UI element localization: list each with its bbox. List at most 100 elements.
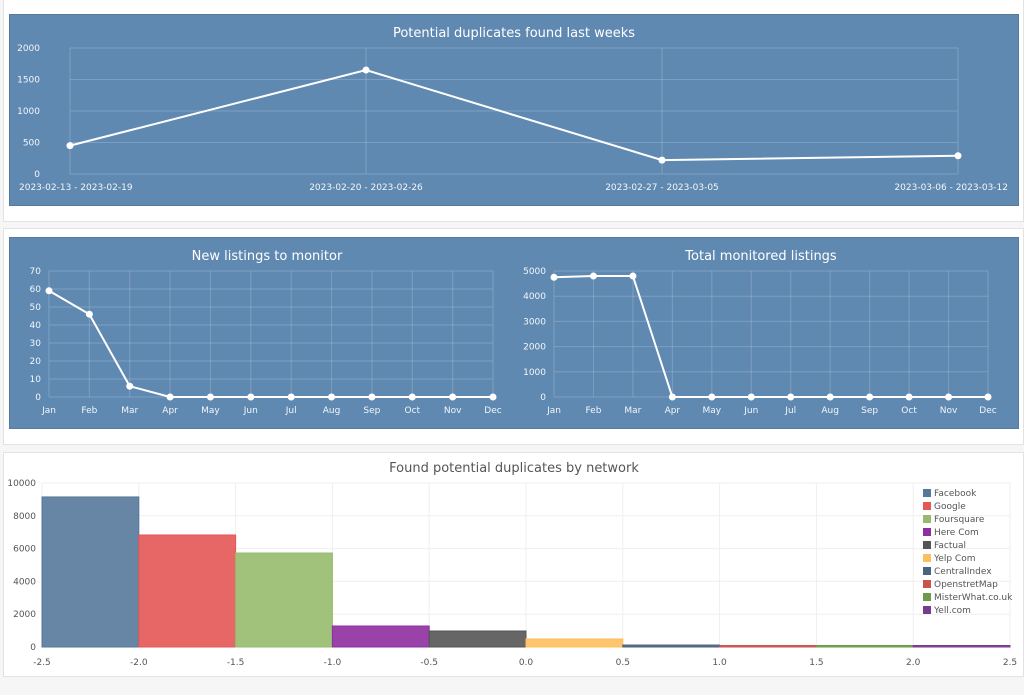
grid: [553, 270, 989, 398]
x-tick-label: Feb: [585, 406, 601, 416]
legend-label: Here Com: [934, 528, 979, 538]
bar-foursquare: [235, 552, 333, 648]
legend-swatch: [923, 554, 931, 562]
y-axis-ticks: 0 500 1000 1500 2000: [17, 44, 40, 180]
y-tick-label: 0: [34, 170, 40, 180]
y-tick-label: 0: [540, 393, 546, 403]
y-tick-label: 3000: [523, 317, 546, 327]
x-tick-label: 2023-02-13 - 2023-02-19: [19, 183, 133, 193]
y-tick-label: 40: [30, 321, 42, 331]
y-tick-label: 30: [30, 339, 42, 349]
x-tick-label: Jul: [285, 406, 297, 416]
x-tick-label: Apr: [665, 406, 681, 416]
x-tick-label: Oct: [404, 406, 420, 416]
bar-centralindex: [622, 644, 721, 648]
x-tick-label: -2.5: [33, 658, 51, 668]
chart-title: Potential duplicates found last weeks: [393, 26, 635, 41]
chart-title: New listings to monitor: [192, 249, 343, 264]
legend: Facebook Google Foursquare Here Com Factual Y…: [923, 489, 1013, 616]
legend-label: CentralIndex: [934, 567, 992, 577]
y-tick-label: 20: [30, 357, 42, 367]
data-point: [489, 393, 497, 401]
x-tick-label: Nov: [940, 406, 958, 416]
series-line: [45, 287, 497, 401]
x-axis-ticks: 2023-02-13 - 2023-02-19 2023-02-20 - 2023…: [19, 183, 1008, 193]
x-tick-label: Aug: [323, 406, 341, 416]
x-tick-label: Dec: [484, 406, 501, 416]
x-tick-label: Mar: [624, 406, 641, 416]
data-point: [984, 393, 992, 401]
x-tick-label: May: [703, 406, 722, 416]
dashboard-charts: Potential duplicates found last weeks 0 5…: [7, 26, 1017, 668]
y-tick-label: 0: [30, 643, 36, 653]
bar-misterwhat-co-uk: [815, 645, 914, 648]
data-point: [449, 393, 457, 401]
legend-label: Yell.com: [933, 606, 971, 616]
y-tick-label: 1500: [17, 76, 40, 86]
y-tick-label: 0: [35, 393, 41, 403]
bar-google: [138, 534, 237, 648]
bar-yelp-com: [525, 638, 624, 648]
data-point: [408, 393, 416, 401]
series-line-path: [553, 275, 988, 398]
data-point: [826, 393, 834, 401]
data-point: [905, 393, 913, 401]
legend-swatch: [923, 567, 931, 575]
legend-swatch: [923, 580, 931, 588]
legend-swatch: [923, 606, 931, 614]
bar-factual: [428, 630, 527, 648]
x-tick-label: Jun: [243, 406, 258, 416]
x-tick-label: Apr: [162, 406, 178, 416]
data-point: [658, 156, 666, 164]
data-point: [747, 393, 755, 401]
x-tick-label: Mar: [121, 406, 138, 416]
data-point: [328, 393, 336, 401]
x-tick-label: 2.5: [1003, 658, 1017, 668]
x-tick-label: -0.5: [420, 658, 438, 668]
x-tick-label: Oct: [901, 406, 917, 416]
y-tick-label: 1000: [17, 107, 40, 117]
y-tick-label: 10: [30, 375, 42, 385]
x-axis-ticks: -2.5 -2.0 -1.5 -1.0 -0.5 0.0 0.5 1.0 1.5 2.0 2.5: [33, 658, 1017, 668]
y-axis-ticks: 0 1000 2000 3000 4000 5000: [523, 267, 546, 403]
y-tick-label: 1000: [523, 368, 546, 378]
x-tick-label: Sep: [363, 406, 380, 416]
y-tick-label: 8000: [13, 512, 36, 522]
x-tick-label: Dec: [979, 406, 996, 416]
x-tick-label: Sep: [861, 406, 878, 416]
data-point: [589, 272, 597, 280]
bar-facebook: [41, 496, 140, 648]
bar-here-com: [331, 625, 430, 648]
data-point: [668, 393, 676, 401]
x-tick-label: Jan: [546, 406, 561, 416]
legend-label: Foursquare: [934, 515, 985, 525]
x-tick-label: 0.5: [616, 658, 630, 668]
chart-title: Found potential duplicates by network: [389, 461, 639, 476]
weekly-duplicates-chart: Potential duplicates found last weeks 0 5…: [17, 26, 1008, 193]
data-point: [362, 66, 370, 74]
data-point: [166, 393, 174, 401]
data-point: [126, 382, 134, 390]
data-point: [954, 152, 962, 160]
legend-label: Facebook: [934, 489, 977, 499]
legend-swatch: [923, 528, 931, 536]
by-network-chart: Found potential duplicates by network 0 2…: [7, 461, 1017, 668]
legend-label: Google: [934, 502, 966, 512]
x-tick-label: May: [201, 406, 220, 416]
legend-swatch: [923, 541, 931, 549]
bar-yell-com: [912, 645, 1011, 648]
x-axis-ticks: Jan Feb Mar Apr May Jun Jul Aug Sep Oct Nov Dec: [546, 406, 997, 416]
x-tick-label: Feb: [81, 406, 97, 416]
y-axis-ticks: 0 10 20 30 40 50 60 70: [30, 267, 42, 403]
data-point: [368, 393, 376, 401]
legend-swatch: [923, 489, 931, 497]
x-tick-label: -2.0: [130, 658, 148, 668]
y-tick-label: 60: [30, 285, 42, 295]
x-tick-label: Nov: [444, 406, 462, 416]
x-tick-label: 0.0: [519, 658, 534, 668]
y-tick-label: 6000: [13, 545, 36, 555]
chart-title: Total monitored listings: [684, 249, 837, 264]
legend-label: Factual: [934, 541, 966, 551]
x-axis-ticks: Jan Feb Mar Apr May Jun Jul Aug Sep Oct Nov Dec: [41, 406, 502, 416]
x-tick-label: Jun: [743, 406, 758, 416]
